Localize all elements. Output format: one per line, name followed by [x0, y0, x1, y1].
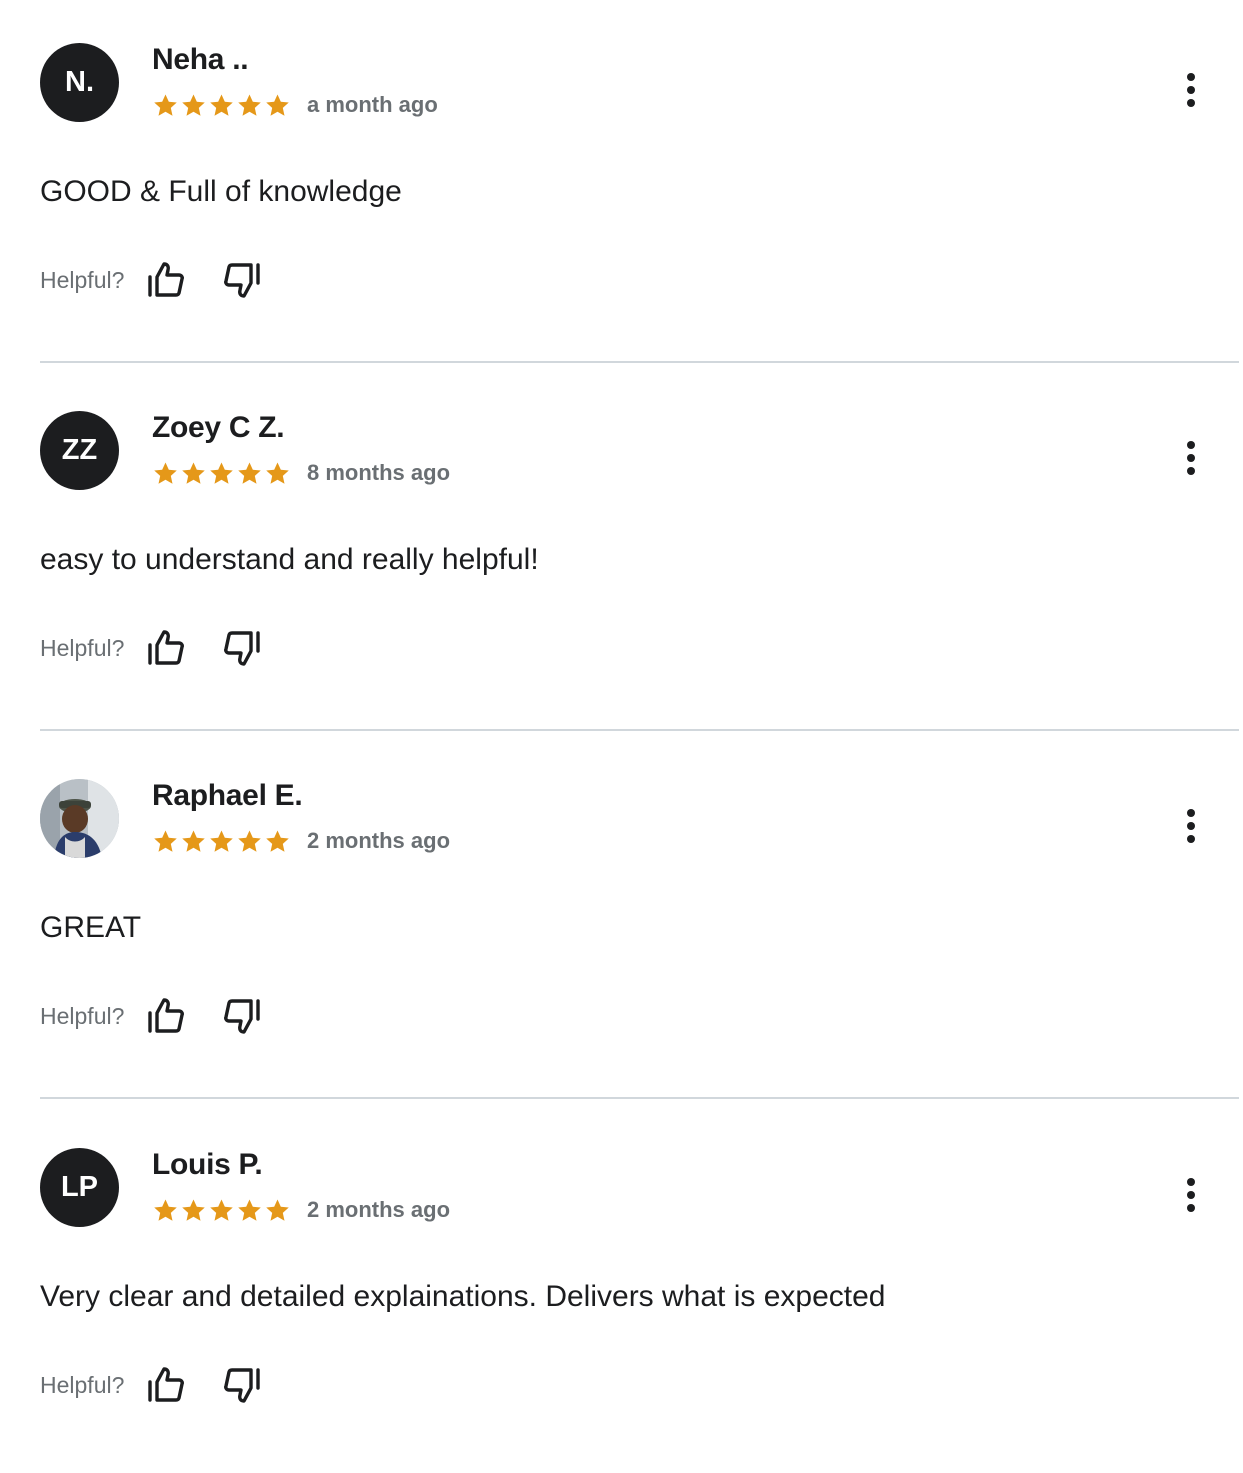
thumbs-down-icon: [224, 999, 261, 1034]
rating-row: a month ago: [152, 88, 438, 122]
helpful-row: Helpful?: [40, 1363, 264, 1407]
thumbs-up-icon: [148, 998, 185, 1033]
star-icon: [182, 829, 205, 852]
reviewer-name: Louis P.: [152, 1148, 263, 1181]
reviewer-name: Raphael E.: [152, 779, 303, 812]
star-icon: [210, 829, 233, 852]
reviews-list: N. Neha .. a month ago GOOD & Full of kn…: [0, 0, 1243, 1440]
star-icon: [182, 1198, 205, 1221]
reviewer-name: Neha ..: [152, 43, 249, 76]
review-time: a month ago: [307, 92, 438, 117]
star-icon: [210, 1198, 233, 1221]
user-photo-icon: [40, 779, 119, 858]
thumbs-down-button[interactable]: [220, 258, 264, 302]
star-icon: [210, 461, 233, 484]
thumbs-down-button[interactable]: [220, 994, 264, 1038]
star-icon: [182, 461, 205, 484]
helpful-row: Helpful?: [40, 258, 264, 302]
star-icon: [154, 93, 177, 116]
rating-row: 2 months ago: [152, 824, 450, 858]
review-text: GREAT: [40, 911, 142, 944]
thumbs-down-icon: [224, 631, 261, 666]
helpful-row: Helpful?: [40, 626, 264, 670]
thumbs-up-icon: [148, 262, 185, 297]
avatar: [40, 779, 119, 858]
star-rating: [152, 460, 291, 487]
reviewer-name: Zoey C Z.: [152, 411, 285, 444]
review-item: LP Louis P. 2 months ago Very clear and …: [0, 1105, 1243, 1473]
star-icon: [266, 461, 289, 484]
star-icon: [182, 93, 205, 116]
review-time: 8 months ago: [307, 460, 451, 485]
thumbs-up-button[interactable]: [144, 1363, 188, 1407]
thumbs-up-icon: [148, 1367, 185, 1402]
thumbs-up-icon: [148, 630, 185, 665]
review-time: 2 months ago: [307, 828, 451, 853]
thumbs-down-button[interactable]: [220, 1363, 264, 1407]
helpful-label: Helpful?: [40, 266, 125, 293]
star-icon: [154, 829, 177, 852]
thumbs-down-icon: [224, 1368, 261, 1403]
star-icon: [266, 829, 289, 852]
review-text: easy to understand and really helpful!: [40, 543, 539, 576]
divider: [40, 729, 1239, 731]
more-options-button[interactable]: [1172, 438, 1210, 478]
more-options-button[interactable]: [1172, 806, 1210, 846]
helpful-label: Helpful?: [40, 1002, 125, 1029]
review-item: N. Neha .. a month ago GOOD & Full of kn…: [0, 0, 1243, 368]
review-item: ZZ Zoey C Z. 8 months ago easy to unders…: [0, 368, 1243, 736]
thumbs-up-button[interactable]: [144, 994, 188, 1038]
star-icon: [238, 829, 261, 852]
more-options-button[interactable]: [1172, 70, 1210, 110]
star-icon: [266, 93, 289, 116]
more-vertical-icon: [1187, 441, 1195, 449]
review-time: 2 months ago: [307, 1197, 451, 1222]
more-options-button[interactable]: [1172, 1175, 1210, 1215]
more-vertical-icon: [1187, 809, 1195, 817]
divider: [40, 361, 1239, 363]
avatar: N.: [40, 43, 119, 122]
star-icon: [238, 1198, 261, 1221]
star-icon: [154, 1198, 177, 1221]
more-vertical-icon: [1187, 1178, 1195, 1186]
thumbs-up-button[interactable]: [144, 258, 188, 302]
helpful-label: Helpful?: [40, 1371, 125, 1398]
rating-row: 8 months ago: [152, 456, 450, 490]
star-icon: [238, 93, 261, 116]
review-text: GOOD & Full of knowledge: [40, 175, 402, 208]
review-item: Raphael E. 2 months ago GREAT Helpful?: [0, 736, 1243, 1104]
avatar: ZZ: [40, 411, 119, 490]
star-icon: [210, 93, 233, 116]
divider: [40, 1097, 1239, 1099]
more-vertical-icon: [1187, 73, 1195, 81]
helpful-label: Helpful?: [40, 634, 125, 661]
star-icon: [266, 1198, 289, 1221]
thumbs-down-button[interactable]: [220, 626, 264, 670]
star-icon: [238, 461, 261, 484]
review-text: Very clear and detailed explainations. D…: [40, 1280, 886, 1313]
star-rating: [152, 1197, 291, 1224]
star-rating: [152, 92, 291, 119]
rating-row: 2 months ago: [152, 1193, 450, 1227]
thumbs-up-button[interactable]: [144, 626, 188, 670]
star-icon: [154, 461, 177, 484]
helpful-row: Helpful?: [40, 994, 264, 1038]
thumbs-down-icon: [224, 263, 261, 298]
star-rating: [152, 828, 291, 855]
avatar: LP: [40, 1148, 119, 1227]
